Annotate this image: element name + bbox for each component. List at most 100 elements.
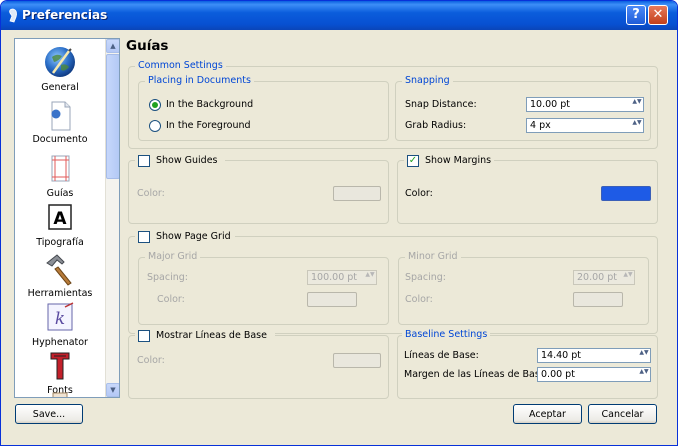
- placing-group: Placing in Documents In the Background I…: [138, 75, 389, 141]
- baseline-lines-spinbox[interactable]: 14.40 pt ▲▼: [537, 348, 651, 363]
- minor-spacing-spinbox[interactable]: 20.00 pt ▲▼: [573, 270, 635, 285]
- guides-color-swatch[interactable]: [333, 186, 381, 201]
- sidebar-scrollbar[interactable]: ▲ ▼: [105, 39, 119, 397]
- grab-radius-value: 4 px: [530, 120, 551, 131]
- group-title: Baseline Settings: [402, 329, 491, 340]
- major-grid-group: Major Grid Spacing: 100.00 pt ▲▼ Color:: [138, 251, 389, 325]
- app-icon: [9, 8, 17, 23]
- typography-icon: A: [48, 204, 72, 230]
- accept-button[interactable]: Aceptar: [513, 404, 582, 424]
- guides-panel: Guías Common Settings Placing in Documen…: [124, 30, 674, 402]
- grab-radius-spinbox[interactable]: 4 px ▲▼: [526, 118, 644, 133]
- margins-color-swatch[interactable]: [601, 186, 651, 201]
- guides-icon: [51, 155, 70, 182]
- cancel-button[interactable]: Cancelar: [588, 404, 657, 424]
- sidebar-item-hyphenator[interactable]: k Hyphenator: [15, 301, 105, 351]
- sidebar-item-label: Tipografía: [36, 237, 84, 248]
- baseline-settings-group: Baseline Settings Líneas de Base: 14.40 …: [397, 329, 658, 399]
- minor-color-label: Color:: [405, 294, 433, 305]
- document-icon: [51, 101, 71, 131]
- guides-color-label: Color:: [137, 188, 165, 199]
- show-guides-header[interactable]: Show Guides: [135, 154, 225, 168]
- svg-text:A: A: [53, 209, 67, 229]
- scroll-down-button[interactable]: ▼: [106, 383, 119, 397]
- minor-grid-group: Minor Grid Spacing: 20.00 pt ▲▼ Color:: [398, 251, 649, 325]
- show-margins-checkbox[interactable]: ✓: [407, 155, 419, 167]
- sidebar-item-label: Documento: [32, 134, 88, 145]
- show-guides-checkbox[interactable]: [138, 155, 150, 167]
- major-spacing-label: Spacing:: [147, 272, 188, 283]
- spin-arrows-icon[interactable]: ▲▼: [639, 369, 649, 380]
- sidebar-item-herramientas[interactable]: Herramientas: [15, 253, 105, 303]
- title-bar[interactable]: Preferencias ? ✕: [1, 1, 677, 30]
- show-margins-label[interactable]: Show Margins: [425, 155, 491, 166]
- foreground-radio-label[interactable]: In the Foreground: [166, 120, 251, 131]
- sidebar-item-partial: [15, 391, 105, 397]
- preferences-window: Preferencias ? ✕ General Documento Guías…: [0, 0, 678, 446]
- page-grid-group: Show Page Grid Major Grid Spacing: 100.0…: [128, 230, 658, 334]
- sidebar-item-label: General: [41, 82, 79, 93]
- baseline-margin-label: Margen de las Líneas de Base:: [404, 369, 549, 380]
- show-baseline-label[interactable]: Mostrar Líneas de Base: [156, 330, 267, 341]
- show-page-grid-checkbox[interactable]: [138, 231, 150, 243]
- common-settings-group: Common Settings Placing in Documents In …: [128, 60, 658, 149]
- help-button[interactable]: ?: [626, 5, 646, 25]
- baseline-margin-value: 0.00 pt: [541, 369, 575, 380]
- group-title: Common Settings: [135, 60, 226, 71]
- hyphenator-icon: k: [47, 302, 74, 331]
- baseline-lines-value: 14.40 pt: [541, 350, 581, 361]
- show-page-grid-label[interactable]: Show Page Grid: [156, 231, 231, 242]
- sidebar-item-documento[interactable]: Documento: [15, 99, 105, 149]
- window-title: Preferencias: [22, 8, 108, 22]
- minor-color-swatch[interactable]: [573, 292, 623, 307]
- sidebar-item-general[interactable]: General: [15, 45, 105, 97]
- snap-distance-value: 10.00 pt: [530, 99, 570, 110]
- group-title: Placing in Documents: [145, 75, 254, 86]
- hammer-icon: [46, 254, 72, 286]
- minor-spacing-label: Spacing:: [405, 272, 446, 283]
- spin-arrows-icon[interactable]: ▲▼: [632, 99, 642, 110]
- show-guides-group: Show Guides Color:: [128, 154, 389, 224]
- baseline-header[interactable]: Mostrar Líneas de Base: [135, 329, 275, 343]
- sidebar-item-label: Guías: [46, 188, 74, 199]
- show-margins-header[interactable]: ✓ Show Margins: [404, 154, 494, 168]
- sidebar-item-guias[interactable]: Guías: [15, 153, 105, 203]
- major-color-swatch[interactable]: [307, 292, 357, 307]
- show-baseline-checkbox[interactable]: [138, 330, 150, 342]
- sidebar-item-label: Hyphenator: [32, 337, 88, 348]
- background-radio[interactable]: [149, 99, 161, 111]
- scroll-up-button[interactable]: ▲: [106, 39, 119, 53]
- minor-spacing-value: 20.00 pt: [577, 272, 617, 283]
- scroll-thumb[interactable]: [106, 54, 119, 179]
- major-color-label: Color:: [157, 294, 185, 305]
- snapping-group: Snapping Snap Distance: 10.00 pt ▲▼ Grab…: [395, 75, 651, 141]
- page-title: Guías: [126, 38, 169, 54]
- show-guides-label[interactable]: Show Guides: [156, 155, 218, 166]
- grab-radius-label: Grab Radius:: [405, 120, 467, 131]
- spin-arrows-icon[interactable]: ▲▼: [639, 350, 649, 361]
- snap-distance-spinbox[interactable]: 10.00 pt ▲▼: [526, 97, 644, 112]
- baseline-lines-label: Líneas de Base:: [404, 350, 479, 361]
- major-spacing-spinbox[interactable]: 100.00 pt ▲▼: [307, 270, 377, 285]
- snap-distance-label: Snap Distance:: [405, 99, 477, 110]
- show-margins-group: ✓ Show Margins Color:: [397, 154, 658, 224]
- sidebar-item-label: Herramientas: [27, 288, 93, 299]
- background-radio-label[interactable]: In the Background: [166, 99, 253, 110]
- foreground-radio[interactable]: [149, 120, 161, 132]
- save-button[interactable]: Save...: [15, 404, 83, 424]
- partial-icon: [52, 392, 68, 397]
- category-list[interactable]: General Documento Guías A Tipografía Her…: [14, 38, 120, 398]
- globe-icon: [45, 47, 75, 77]
- major-spacing-value: 100.00 pt: [311, 272, 358, 283]
- page-grid-header[interactable]: Show Page Grid: [135, 230, 235, 244]
- close-button[interactable]: ✕: [648, 5, 668, 25]
- baseline-margin-spinbox[interactable]: 0.00 pt ▲▼: [537, 367, 651, 382]
- baseline-color-swatch[interactable]: [333, 353, 381, 368]
- baseline-color-label: Color:: [137, 355, 165, 366]
- svg-text:k: k: [55, 309, 65, 329]
- spin-arrows-icon[interactable]: ▲▼: [623, 272, 633, 283]
- margins-color-label: Color:: [405, 188, 433, 199]
- sidebar-item-tipografia[interactable]: A Tipografía: [15, 201, 105, 251]
- spin-arrows-icon[interactable]: ▲▼: [632, 120, 642, 131]
- spin-arrows-icon[interactable]: ▲▼: [365, 272, 375, 283]
